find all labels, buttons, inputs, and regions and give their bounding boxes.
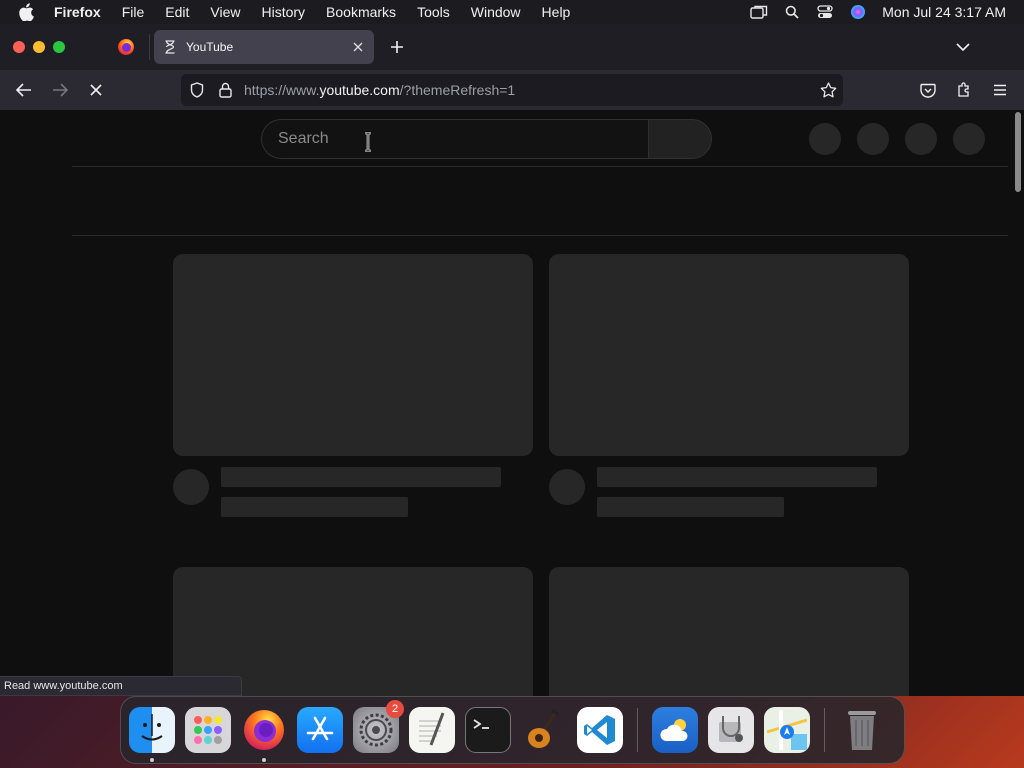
close-tab-icon[interactable] [348, 37, 368, 57]
forward-button[interactable] [49, 79, 71, 101]
search-box[interactable] [261, 119, 649, 159]
menu-view[interactable]: View [210, 4, 240, 20]
pocket-icon [920, 83, 936, 98]
window-controls [13, 41, 73, 53]
url-prefix: https://www. [244, 82, 320, 98]
forward-arrow-icon [53, 83, 68, 97]
finder-icon[interactable] [129, 707, 175, 762]
app-store-icon[interactable] [297, 707, 343, 753]
launchpad-icon[interactable] [185, 707, 231, 753]
puzzle-piece-icon [958, 82, 969, 97]
video-title-placeholder [597, 467, 877, 487]
video-thumbnail-placeholder[interactable] [173, 254, 533, 456]
vscode-icon[interactable] [577, 707, 623, 753]
new-tab-button[interactable] [386, 36, 408, 58]
tracking-protection-shield-icon[interactable] [188, 81, 206, 99]
weather-icon[interactable] [652, 707, 698, 753]
browser-window: YouTube https://www.youtube.com/?themeRe… [0, 24, 1024, 696]
firefox-icon [118, 39, 134, 55]
search-button[interactable] [648, 119, 712, 159]
running-indicator [262, 758, 266, 762]
page-scrollbar[interactable] [1015, 112, 1021, 192]
stop-loading-button[interactable] [85, 79, 107, 101]
menu-file[interactable]: File [122, 4, 145, 20]
account-avatar-placeholder[interactable] [953, 123, 985, 155]
plus-icon [391, 41, 403, 53]
url-suffix: /?themeRefresh=1 [399, 82, 516, 98]
notification-badge: 2 [386, 700, 404, 718]
header-divider [72, 166, 1008, 167]
terminal-icon[interactable] [465, 707, 511, 753]
notifications-button-placeholder[interactable] [905, 123, 937, 155]
lock-icon[interactable] [216, 81, 234, 99]
channel-avatar-placeholder [549, 469, 585, 505]
video-meta-placeholder [597, 497, 784, 517]
apple-icon[interactable] [18, 3, 36, 21]
spotlight-search-icon[interactable] [783, 3, 801, 21]
disk-utility-icon[interactable] [708, 707, 754, 753]
app-menu-button[interactable] [989, 79, 1011, 101]
bookmark-star-icon[interactable] [819, 81, 837, 99]
running-indicator [150, 758, 154, 762]
menu-edit[interactable]: Edit [165, 4, 189, 20]
tab-title: YouTube [186, 40, 234, 54]
video-thumbnail-placeholder[interactable] [549, 254, 909, 456]
control-center-icon[interactable] [816, 3, 834, 21]
system-settings-icon[interactable]: 2 [353, 700, 404, 753]
text-cursor-icon [365, 132, 371, 152]
pocket-button[interactable] [917, 79, 939, 101]
menu-bookmarks[interactable]: Bookmarks [326, 4, 396, 20]
screen-mirroring-icon[interactable] [750, 3, 768, 21]
menubar-clock[interactable]: Mon Jul 24 3:17 AM [882, 4, 1006, 20]
zoom-window-button[interactable] [53, 41, 65, 53]
tab-youtube[interactable]: YouTube [154, 30, 374, 64]
firefox-dock-icon[interactable] [241, 707, 287, 762]
url-domain: youtube.com [319, 82, 400, 98]
extensions-button[interactable] [953, 79, 975, 101]
video-title-placeholder [221, 467, 501, 487]
search-input[interactable] [278, 130, 618, 148]
stop-x-icon [90, 84, 102, 96]
navigation-toolbar: https://www.youtube.com/?themeRefresh=1 [0, 70, 1024, 110]
garageband-icon[interactable] [521, 707, 567, 753]
back-button[interactable] [13, 79, 35, 101]
minimize-window-button[interactable] [33, 41, 45, 53]
channel-avatar-placeholder [173, 469, 209, 505]
trash-icon[interactable] [839, 707, 885, 753]
youtube-page [0, 110, 1024, 696]
pinned-tab-firefox[interactable] [110, 32, 142, 62]
back-arrow-icon [16, 83, 31, 97]
tab-separator [149, 34, 150, 60]
dock: 2 [120, 696, 905, 764]
menu-window[interactable]: Window [471, 4, 521, 20]
menu-help[interactable]: Help [542, 4, 571, 20]
menu-firefox[interactable]: Firefox [54, 4, 101, 20]
maps-icon[interactable] [764, 707, 810, 753]
apps-button-placeholder[interactable] [857, 123, 889, 155]
dock-separator [637, 708, 638, 752]
loading-hourglass-icon [162, 39, 178, 55]
dock-separator [824, 708, 825, 752]
address-bar[interactable]: https://www.youtube.com/?themeRefresh=1 [181, 74, 843, 106]
close-window-button[interactable] [13, 41, 25, 53]
video-thumbnail-placeholder[interactable] [549, 567, 909, 696]
chevron-down-icon [956, 42, 970, 51]
menu-history[interactable]: History [261, 4, 305, 20]
status-bar: Read www.youtube.com [0, 676, 242, 696]
menu-bar: Firefox File Edit View History Bookmarks… [0, 0, 1024, 24]
tab-bar: YouTube [0, 24, 1024, 70]
chips-divider [72, 235, 1008, 236]
siri-icon[interactable] [849, 3, 867, 21]
create-button-placeholder[interactable] [809, 123, 841, 155]
url-text[interactable]: https://www.youtube.com/?themeRefresh=1 [244, 82, 515, 98]
video-meta-placeholder [221, 497, 408, 517]
list-all-tabs-button[interactable] [952, 36, 974, 58]
textedit-icon[interactable] [409, 707, 455, 753]
menu-tools[interactable]: Tools [417, 4, 450, 20]
hamburger-menu-icon [994, 84, 1006, 96]
